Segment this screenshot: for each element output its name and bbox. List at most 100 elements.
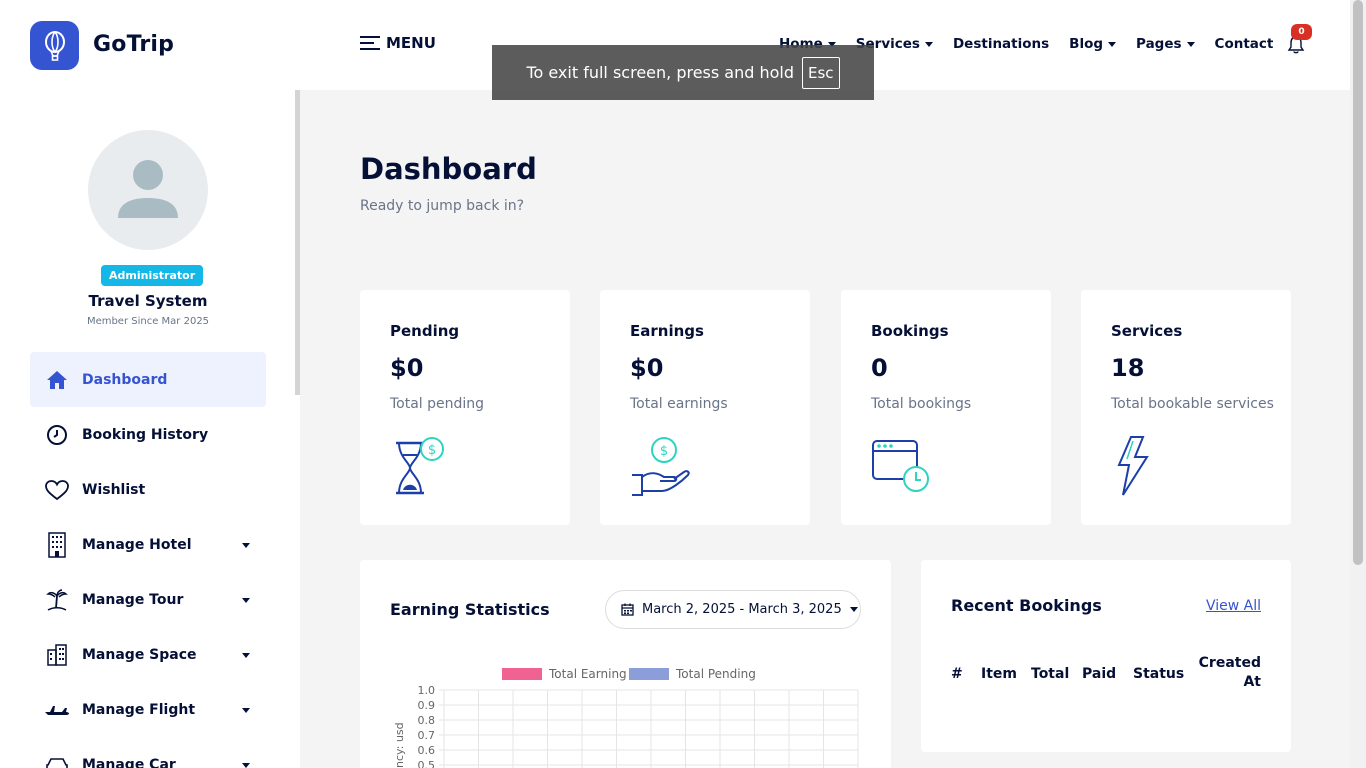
lightning-icon: [1117, 436, 1149, 496]
sidebar-item-dashboard[interactable]: Dashboard: [30, 352, 266, 407]
legend-label[interactable]: Total Pending: [675, 667, 756, 681]
sidebar-item-manage-flight[interactable]: Manage Flight: [30, 682, 266, 737]
svg-text:$: $: [660, 444, 668, 459]
nav-label: Pages: [1136, 36, 1182, 52]
hand-dollar-icon: $: [632, 437, 690, 496]
view-all-link[interactable]: View All: [1206, 598, 1261, 614]
user-name: Travel System: [88, 292, 208, 310]
member-since: Member Since Mar 2025: [86, 316, 210, 327]
toast-text: To exit full screen, press and hold: [526, 63, 795, 82]
menu-label: MENU: [386, 34, 436, 52]
menu-toggle-button[interactable]: MENU: [360, 32, 436, 54]
legend-label[interactable]: Total Earning: [548, 667, 627, 681]
nav-label: Contact: [1214, 36, 1274, 52]
stat-desc: Total pending: [390, 396, 485, 412]
scrollbar-thumb[interactable]: [1353, 0, 1363, 565]
chevron-down-icon: [242, 598, 250, 603]
earning-title: Earning Statistics: [390, 600, 550, 619]
sidebar-menu: Dashboard Booking History Wishlist Manag…: [30, 352, 266, 768]
legend-swatch[interactable]: [502, 668, 542, 680]
y-tick-label: 0.8: [418, 714, 436, 727]
nav-label: Blog: [1069, 36, 1104, 52]
sidebar-item-label: Manage Space: [82, 646, 197, 663]
stat-label: Bookings: [871, 322, 949, 340]
sidebar-item-manage-car[interactable]: Manage Car: [30, 737, 266, 768]
role-badge: Administrator: [101, 265, 204, 286]
page-scrollbar[interactable]: [1350, 0, 1366, 768]
y-tick-label: 0.5: [418, 759, 436, 768]
home-icon: [44, 367, 70, 393]
y-tick-label: 0.7: [418, 729, 436, 742]
avatar: [88, 130, 208, 250]
chart-ylabel: Currency: usd: [393, 722, 406, 768]
car-icon: [44, 752, 70, 768]
stat-desc: Total bookable services: [1111, 396, 1274, 412]
nav-item-contact[interactable]: Contact: [1215, 36, 1274, 52]
sidebar-item-wishlist[interactable]: Wishlist: [30, 462, 266, 517]
sidebar-item-label: Manage Hotel: [82, 536, 192, 553]
building-icon: [44, 642, 70, 668]
sidebar-item-manage-space[interactable]: Manage Space: [30, 627, 266, 682]
fullscreen-toast: To exit full screen, press and hold Esc: [492, 45, 874, 100]
recent-bookings-title: Recent Bookings: [951, 596, 1102, 615]
date-range-picker[interactable]: March 2, 2025 - March 3, 2025: [605, 590, 861, 629]
sidebar-item-manage-tour[interactable]: Manage Tour: [30, 572, 266, 627]
user-placeholder-icon: [118, 160, 178, 218]
page-title: Dashboard: [360, 152, 537, 186]
notification-badge: 0: [1291, 24, 1312, 40]
nav-item-destinations[interactable]: Destinations: [953, 36, 1049, 52]
sidebar-item-label: Booking History: [82, 426, 209, 443]
stat-value: 18: [1111, 354, 1145, 382]
chevron-down-icon: [242, 763, 250, 768]
esc-key-label: Esc: [802, 56, 840, 89]
legend-swatch[interactable]: [629, 668, 669, 680]
y-tick-label: 0.6: [418, 744, 436, 757]
stat-value: $0: [390, 354, 424, 382]
nav-label: Destinations: [952, 36, 1050, 52]
stat-desc: Total bookings: [871, 396, 972, 412]
recent-bookings-panel: Recent Bookings View All # Item Total Pa…: [921, 560, 1291, 752]
hourglass-dollar-icon: $: [396, 437, 444, 495]
y-tick-label: 1.0: [418, 684, 436, 697]
stat-card-bookings: Bookings 0 Total bookings: [841, 290, 1051, 525]
col-header: Paid: [1082, 666, 1117, 682]
col-header: Item: [981, 666, 1017, 682]
date-range-label: March 2, 2025 - March 3, 2025: [642, 602, 842, 617]
sidebar-item-label: Manage Tour: [82, 591, 184, 608]
stat-value: $0: [630, 354, 664, 382]
chevron-down-icon: [924, 41, 933, 47]
plane-icon: [44, 697, 70, 723]
col-header: #: [951, 666, 963, 682]
stat-value: 0: [871, 354, 888, 382]
sidebar-item-manage-hotel[interactable]: Manage Hotel: [30, 517, 266, 572]
svg-text:$: $: [428, 443, 436, 458]
stat-label: Pending: [390, 322, 460, 340]
stat-label: Services: [1111, 322, 1183, 340]
chevron-down-icon: [242, 708, 250, 713]
browser-clock-icon: [872, 440, 929, 492]
stat-card-services: Services 18 Total bookable services: [1081, 290, 1291, 525]
chevron-down-icon: [849, 607, 858, 612]
sidebar: Administrator Travel System Member Since…: [0, 90, 296, 768]
chevron-down-icon: [1108, 41, 1117, 47]
sidebar-item-booking-history[interactable]: Booking History: [30, 407, 266, 462]
y-tick-label: 0.9: [418, 699, 436, 712]
col-header: Status: [1133, 666, 1185, 682]
chart-legend: Total Earning Total Pending: [502, 667, 756, 681]
sidebar-item-label: Wishlist: [82, 481, 146, 498]
nav-item-blog[interactable]: Blog: [1069, 36, 1117, 52]
sidebar-item-label: Manage Flight: [82, 701, 196, 718]
chevron-down-icon: [1186, 41, 1195, 47]
palm-tree-icon: [44, 587, 70, 613]
chart-grid: [439, 689, 859, 768]
clock-icon: [44, 422, 70, 448]
nav-item-pages[interactable]: Pages: [1136, 36, 1195, 52]
stat-desc: Total earnings: [630, 396, 728, 412]
brand-name[interactable]: GoTrip: [93, 32, 174, 57]
stat-label: Earnings: [630, 322, 704, 340]
sidebar-item-label: Manage Car: [82, 756, 176, 768]
logo-icon[interactable]: [30, 21, 79, 70]
chevron-down-icon: [242, 653, 250, 658]
page-subtitle: Ready to jump back in?: [360, 198, 525, 214]
stat-card-pending: Pending $0 Total pending $: [360, 290, 570, 525]
